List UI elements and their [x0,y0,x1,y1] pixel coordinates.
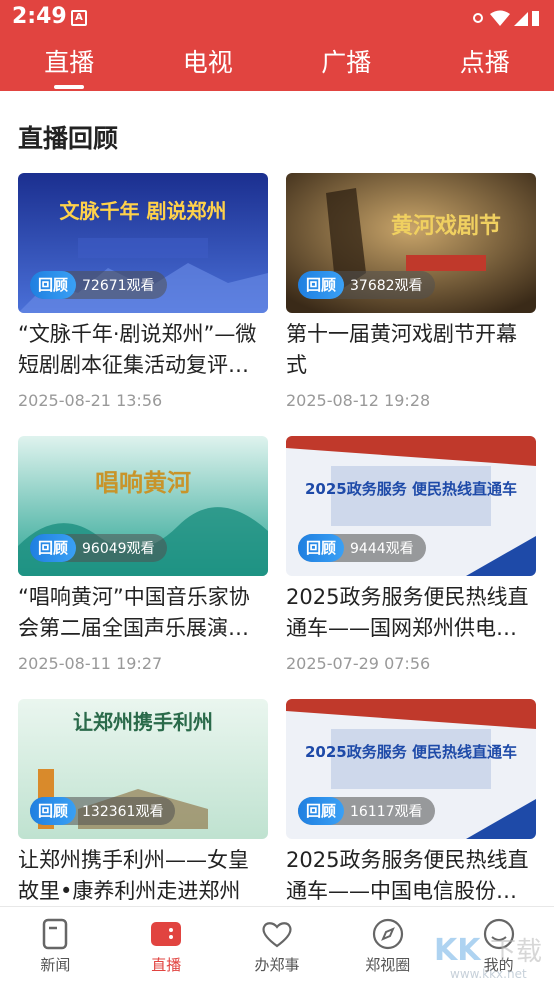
card-title: 2025政务服务便民热线直通车——中国电信股份有限公司郑州分公司 [286,848,529,903]
thumbnail: 文脉千年 剧说郑州 回顾 72671观看 [18,173,268,313]
top-header: 2:49 A 直播 电视 广播 点播 [0,0,554,91]
section-title: 直播回顾 [18,124,119,153]
card-title: 2025政务服务便民热线直通车——国网郑州供电公司 [286,585,529,640]
replay-tag: 回顾 [30,797,77,825]
settings-icon [473,13,483,23]
status-icons [473,10,539,26]
status-bar: 2:49 A [0,0,554,36]
nav-live[interactable]: 直播 [111,907,222,984]
replay-tag: 回顾 [30,534,77,562]
view-count: 9444观看 [350,541,414,557]
nav-services[interactable]: 办郑事 [222,907,333,984]
tab-live[interactable]: 直播 [0,40,139,91]
compass-icon [372,918,403,950]
card-date: 2025-08-12 19:28 [286,391,431,410]
view-count: 16117观看 [350,804,423,820]
news-icon [43,918,68,950]
thumbnail-caption: 文脉千年 剧说郑州 [60,199,227,223]
card-title: 第十一届黄河戏剧节开幕式 [286,322,517,377]
nav-circle[interactable]: 郑视圈 [332,907,443,984]
app-root: 2:49 A 直播 电视 广播 点播 直播回顾 文脉千年 剧说郑州 回顾 726… [0,0,554,984]
replay-card[interactable]: 文脉千年 剧说郑州 回顾 72671观看 “文脉千年·剧说郑州”—微短剧剧本征集… [18,173,268,436]
view-count: 37682观看 [350,278,423,294]
thumbnail: 让郑州携手利州 回顾 132361观看 [18,699,268,839]
top-tabs: 直播 电视 广播 点播 [0,40,554,91]
card-date: 2025-08-11 19:27 [18,654,163,673]
thumbnail-caption: 2025政务服务 便民热线直通车 [305,743,517,761]
replay-card[interactable]: 黄河戏剧节 回顾 37682观看 第十一届黄河戏剧节开幕式 2025-08-12… [286,173,536,436]
nav-news[interactable]: 新闻 [0,907,111,984]
view-badge: 回顾 96049观看 [30,534,167,562]
view-count: 96049观看 [82,541,155,557]
thumbnail: 唱响黄河 回顾 96049观看 [18,436,268,576]
replay-tag: 回顾 [298,797,345,825]
card-title: “文脉千年·剧说郑州”—微短剧剧本征集活动复评阶段 [18,322,257,377]
tab-tv[interactable]: 电视 [139,40,278,91]
signal-icon [514,12,528,26]
replay-grid: 文脉千年 剧说郑州 回顾 72671观看 “文脉千年·剧说郑州”—微短剧剧本征集… [18,173,536,906]
thumbnail-caption: 黄河戏剧节 [391,213,501,239]
status-time: 2:49 [12,4,67,29]
svg-text:下载: 下载 [490,937,542,967]
card-title: 让郑州携手利州——女皇故里•康养利州走进郑州 [18,848,249,903]
battery-icon [532,11,539,26]
thumbnail: 2025政务服务 便民热线直通车 回顾 9444观看 [286,436,536,576]
replay-card[interactable]: 让郑州携手利州 回顾 132361观看 让郑州携手利州——女皇故里•康养利州走进… [18,699,268,906]
thumbnail: 2025政务服务 便民热线直通车 回顾 16117观看 [286,699,536,839]
view-badge: 回顾 37682观看 [298,271,435,299]
nav-label: 新闻 [40,956,71,974]
view-badge: 回顾 16117观看 [298,797,435,825]
main-content[interactable]: 直播回顾 文脉千年 剧说郑州 回顾 72671观看 “文脉千年·剧说郑州”—微短… [0,91,554,906]
replay-tag: 回顾 [298,534,345,562]
card-date: 2025-07-29 07:56 [286,654,431,673]
thumbnail: 黄河戏剧节 回顾 37682观看 [286,173,536,313]
thumbnail-caption: 唱响黄河 [95,468,191,497]
heart-icon [262,922,292,948]
view-badge: 回顾 9444观看 [298,534,426,562]
svg-text:www.kkx.net: www.kkx.net [450,967,527,981]
view-badge: 回顾 72671观看 [30,271,167,299]
card-date: 2025-08-21 13:56 [18,391,163,410]
notification-icon: A [71,10,87,26]
live-icon [151,922,182,946]
thumbnail-caption: 让郑州携手利州 [73,710,213,734]
view-count: 132361观看 [82,804,164,820]
replay-tag: 回顾 [30,271,77,299]
watermark-logo: KK 下载 www.kkx.net [434,933,542,981]
nav-label: 郑视圈 [365,956,411,974]
replay-card[interactable]: 2025政务服务 便民热线直通车 回顾 16117观看 2025政务服务便民热线… [286,699,536,906]
replay-card[interactable]: 2025政务服务 便民热线直通车 回顾 9444观看 2025政务服务便民热线直… [286,436,536,699]
nav-label: 直播 [151,956,182,974]
tab-radio[interactable]: 广播 [277,40,416,91]
nav-label: 办郑事 [254,956,300,974]
card-title: “唱响黄河”中国音乐家协会第二届全国声乐展演暨开幕式 [18,585,250,640]
replay-card[interactable]: 唱响黄河 回顾 96049观看 “唱响黄河”中国音乐家协会第二届全国声乐展演暨开… [18,436,268,699]
view-count: 72671观看 [82,278,155,294]
wifi-icon [490,10,510,26]
view-badge: 回顾 132361观看 [30,797,176,825]
replay-tag: 回顾 [298,271,345,299]
tab-vod[interactable]: 点播 [416,40,554,91]
svg-text:KK: KK [434,933,482,968]
thumbnail-caption: 2025政务服务 便民热线直通车 [305,480,517,498]
